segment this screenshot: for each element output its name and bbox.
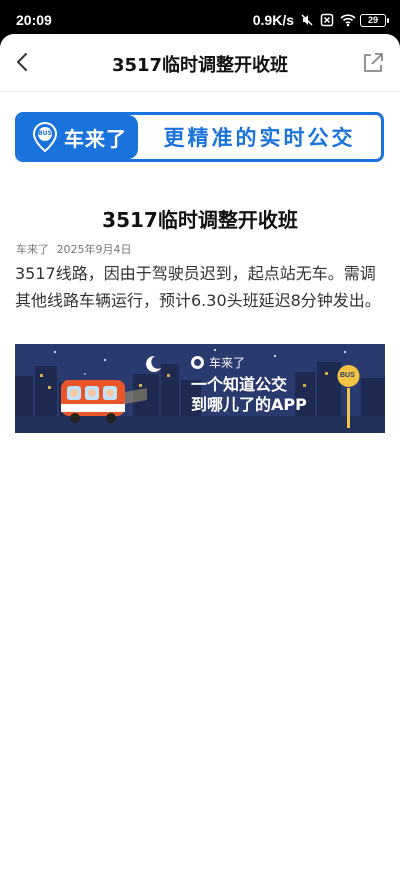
- promo-text: 车来了 一个知道公交 到哪儿了的APP: [191, 354, 307, 415]
- article-date: 2025年9月4日: [56, 243, 132, 256]
- article-title: 3517临时调整开收班: [102, 208, 298, 232]
- article-meta: 车来了 2025年9月4日: [16, 241, 132, 257]
- brand-logo-icon: [191, 356, 204, 369]
- battery-indicator: 29: [360, 13, 389, 27]
- status-time: 20:09: [16, 12, 52, 28]
- network-speed: 0.9K/s: [252, 12, 294, 28]
- wifi-icon: [340, 13, 356, 27]
- brand-banner: BUS 车来了 更精准的实时公交: [15, 112, 384, 162]
- bus-pin-icon: BUS: [32, 121, 58, 153]
- article-source: 车来了: [16, 243, 49, 256]
- share-button[interactable]: [360, 50, 386, 76]
- promo-line-2: 到哪儿了的APP: [191, 395, 307, 414]
- brand-name: 车来了: [64, 126, 127, 151]
- sim-x-icon: [320, 13, 334, 27]
- brand-logo-block: BUS 车来了: [18, 115, 138, 159]
- promo-line-1: 一个知道公交: [191, 375, 288, 394]
- page-sheet: 3517临时调整开收班 BUS 车来了 更精准的实时公交 3517临时调整开收班…: [0, 34, 400, 888]
- brand-slogan: 更精准的实时公交: [163, 126, 356, 150]
- app-promo-banner[interactable]: BUS 车来了 一个知道公交 到哪儿了的APP: [15, 344, 385, 433]
- promo-logo-row: 车来了: [191, 354, 307, 371]
- nav-bar: 3517临时调整开收班: [0, 34, 400, 92]
- promo-brand-name: 车来了: [209, 356, 246, 370]
- external-link-icon: [364, 53, 383, 72]
- article-body: 3517线路，因由于驾驶员迟到，起点站无车。需调其他线路车辆运行，预计6.30头…: [15, 264, 381, 310]
- mute-icon: [300, 13, 314, 27]
- status-icons: 0.9K/s 29: [252, 12, 389, 28]
- brand-pin-badge: BUS: [38, 130, 52, 137]
- stop-sign-label: BUS: [340, 372, 355, 379]
- page-title: 3517临时调整开收班: [111, 55, 289, 76]
